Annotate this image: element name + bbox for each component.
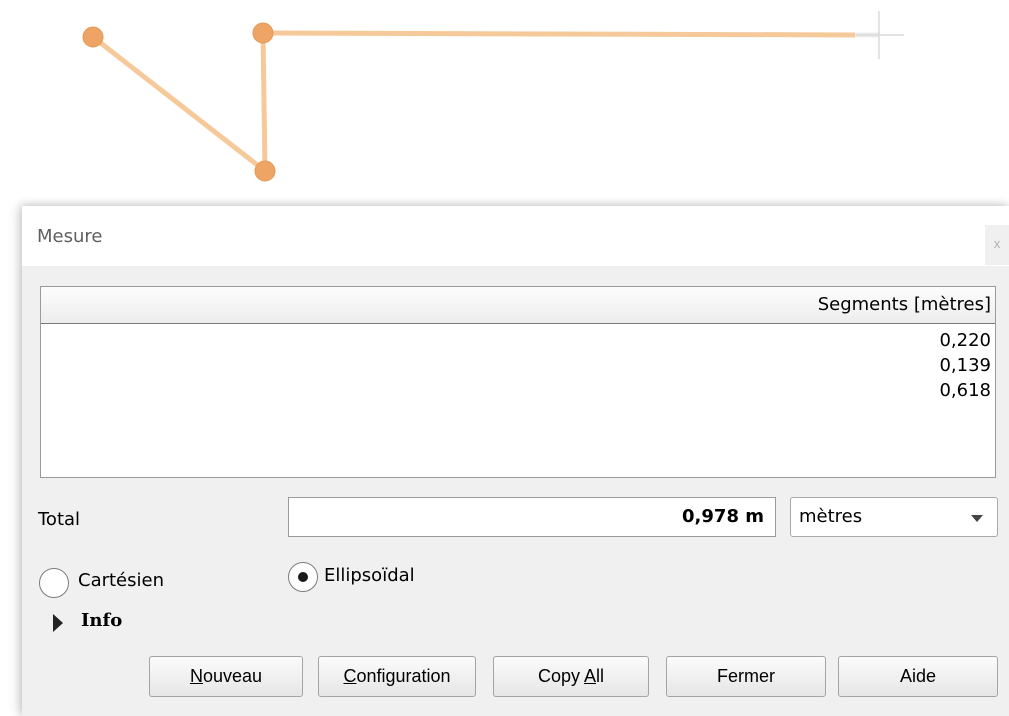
ellipsoidal-radio[interactable]	[288, 562, 318, 592]
total-value-field[interactable]: 0,978 m	[288, 497, 776, 537]
segment-row[interactable]: 0,618	[41, 378, 995, 403]
button-label-rest: onfiguration	[356, 666, 451, 686]
button-label: Aide	[899, 666, 937, 686]
units-selected-value: mètres	[799, 506, 863, 527]
map-canvas[interactable]	[0, 0, 1009, 205]
segment-row[interactable]: 0,220	[41, 328, 995, 353]
button-label: Fermer	[717, 666, 775, 686]
measure-line	[90, 30, 858, 174]
segments-column-header[interactable]: Segments [mètres]	[41, 287, 995, 324]
mnemonic-letter: N	[189, 666, 203, 686]
vertex-point	[82, 26, 104, 48]
measure-segment-2	[260, 30, 268, 174]
chevron-down-icon	[971, 515, 983, 522]
total-label: Total	[38, 509, 81, 530]
measure-segment-3	[260, 30, 858, 38]
segment-row[interactable]: 0,139	[41, 353, 995, 378]
button-label-rest: ll	[596, 666, 605, 686]
dialog-title: Mesure	[37, 226, 103, 247]
info-section-toggle[interactable]: Info	[81, 610, 122, 631]
measure-dialog: Mesure x Segments [mètres] 0,220 0,139 0…	[22, 206, 1009, 716]
radio-selected-dot	[298, 572, 308, 582]
measure-segment-1	[90, 34, 268, 174]
segments-list: 0,220 0,139 0,618	[41, 324, 995, 403]
cartesian-radio[interactable]	[39, 568, 69, 598]
help-button[interactable]: Aide	[838, 656, 998, 697]
close-button[interactable]: x	[985, 225, 1009, 265]
dialog-titlebar[interactable]: Mesure x	[22, 206, 1009, 266]
close-icon: x	[993, 237, 1001, 251]
new-button[interactable]: Nouveau	[149, 656, 303, 697]
segments-table[interactable]: Segments [mètres] 0,220 0,139 0,618	[40, 286, 996, 478]
configuration-button[interactable]: Configuration	[318, 656, 476, 697]
button-label-start: Copy	[537, 666, 584, 686]
crosshair-cursor-icon	[856, 11, 904, 59]
cartesian-radio-label[interactable]: Cartésien	[78, 570, 164, 591]
ellipsoidal-radio-label[interactable]: Ellipsoïdal	[324, 565, 415, 586]
vertex-point	[254, 160, 276, 182]
close-dialog-button[interactable]: Fermer	[666, 656, 826, 697]
copy-all-button[interactable]: Copy All	[493, 656, 649, 697]
button-label-rest: ouveau	[202, 666, 263, 686]
expand-arrow-icon[interactable]	[53, 614, 63, 632]
units-dropdown[interactable]: mètres	[790, 497, 998, 537]
mnemonic-letter: C	[343, 666, 357, 686]
vertex-point	[252, 22, 274, 44]
mnemonic-letter: A	[584, 666, 597, 686]
